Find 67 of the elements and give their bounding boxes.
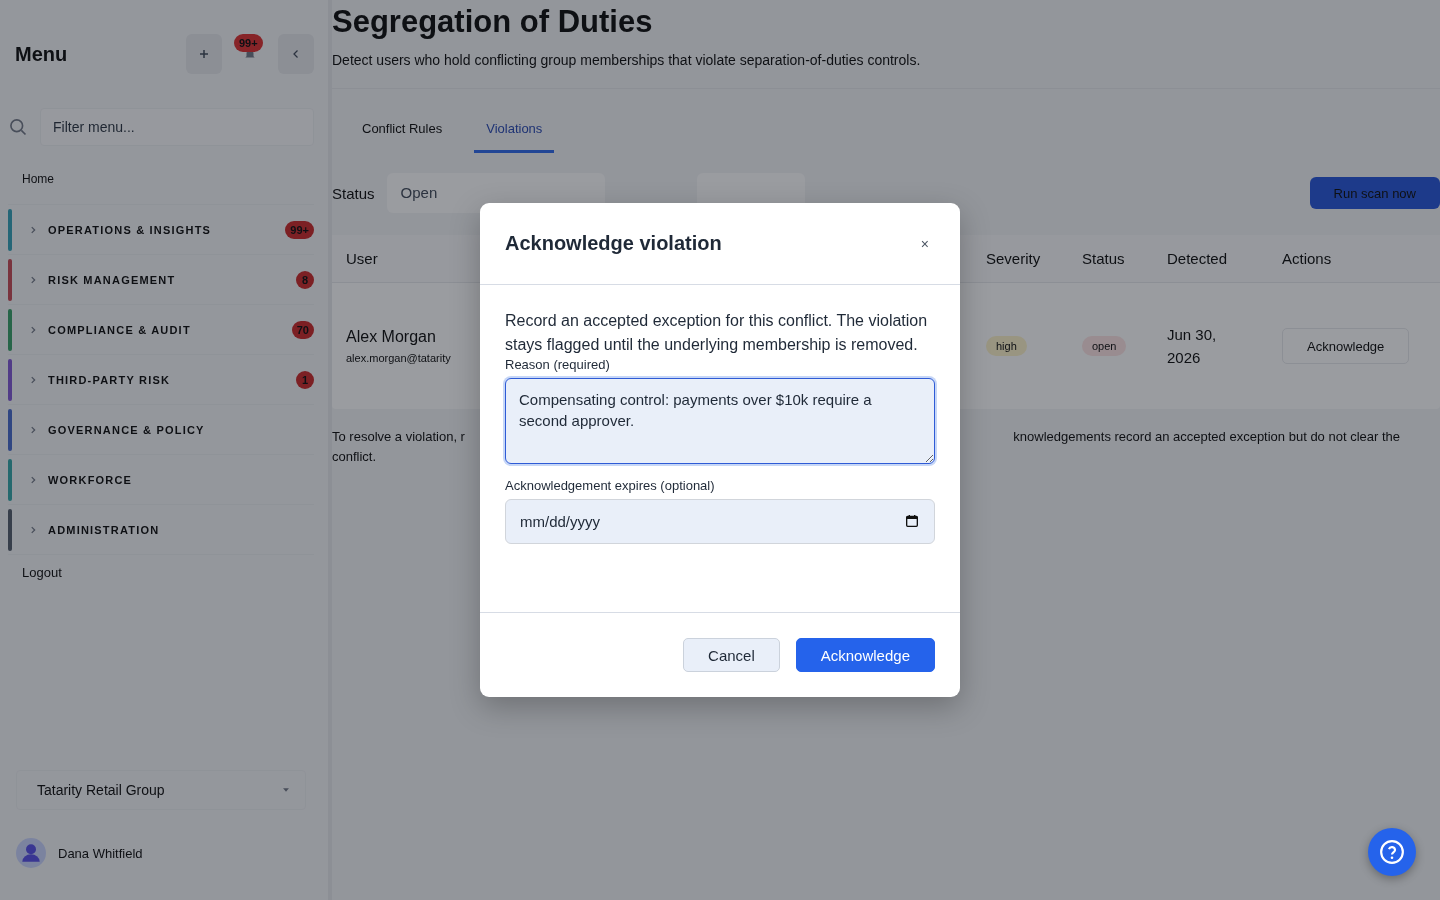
menu-section[interactable]: THIRD-PARTY RISK 1 bbox=[8, 355, 314, 405]
organization-name: Tatarity Retail Group bbox=[37, 782, 165, 798]
column-header: User bbox=[346, 250, 378, 267]
calendar-icon bbox=[904, 513, 920, 529]
chevron-right-icon bbox=[28, 324, 38, 335]
organization-select[interactable]: Tatarity Retail Group bbox=[16, 770, 306, 810]
chevron-right-icon bbox=[28, 274, 38, 285]
dialog-description: Record an accepted exception for this conflict. The violation stays flagged until the underlying membership is removed. bbox=[505, 311, 929, 355]
cancel-button[interactable]: Cancel bbox=[683, 638, 780, 672]
chevron-right-icon bbox=[28, 224, 38, 235]
menu-section[interactable]: ADMINISTRATION bbox=[8, 505, 314, 555]
page-subtitle: Detect users who hold conflicting group memberships that violate separation-of-duties controls. bbox=[332, 52, 1440, 89]
section-label: OPERATIONS & INSIGHTS bbox=[48, 223, 213, 236]
field-label: Reason (required) bbox=[505, 357, 611, 372]
chevron-right-icon bbox=[28, 474, 38, 485]
filter-field[interactable]: Filter menu... bbox=[40, 108, 314, 146]
field-label: Acknowledgement expires (optional) bbox=[505, 478, 716, 493]
reason-field[interactable]: Compensating control: payments over $10k require a second approver. bbox=[505, 378, 935, 464]
menu-section[interactable]: WORKFORCE bbox=[8, 455, 314, 505]
column-header: Severity bbox=[986, 250, 1041, 267]
section-label: RISK MANAGEMENT bbox=[48, 273, 177, 286]
acknowledge-button[interactable]: Acknowledge bbox=[1282, 328, 1410, 364]
menu-title: Menu bbox=[15, 42, 68, 66]
help-text: knowledgements record an accepted exception but do not clear the bbox=[1013, 428, 1400, 446]
help-text: conflict. bbox=[332, 448, 377, 466]
menu-section[interactable]: COMPLIANCE & AUDIT 70 bbox=[8, 305, 314, 355]
column-header: Actions bbox=[1282, 250, 1332, 267]
notification-count: 99+ bbox=[234, 34, 263, 52]
section-label: GOVERNANCE & POLICY bbox=[48, 423, 206, 436]
close-button[interactable]: × bbox=[914, 231, 935, 256]
section-label: COMPLIANCE & AUDIT bbox=[48, 323, 192, 336]
plus-icon bbox=[198, 48, 210, 60]
dialog-title: Acknowledge violation bbox=[505, 232, 722, 255]
section-label: WORKFORCE bbox=[48, 473, 134, 486]
question-icon bbox=[1379, 839, 1405, 865]
help-button[interactable] bbox=[1368, 828, 1416, 876]
date-field[interactable]: mm/dd/yyyy bbox=[505, 499, 935, 544]
avatar-icon bbox=[16, 838, 46, 868]
status-badge: open bbox=[1082, 336, 1127, 356]
count-badge: 8 bbox=[296, 270, 314, 289]
count-badge: 70 bbox=[291, 320, 314, 339]
menu-section[interactable]: RISK MANAGEMENT 8 bbox=[8, 255, 314, 305]
tab[interactable]: Conflict Rules bbox=[350, 117, 455, 153]
user-name: Alex Morgan bbox=[346, 328, 436, 346]
column-header: Status bbox=[1082, 250, 1125, 267]
filter-label: Status bbox=[332, 184, 375, 202]
menu-section[interactable]: GOVERNANCE & POLICY bbox=[8, 405, 314, 455]
severity-badge: high bbox=[986, 336, 1027, 356]
tab[interactable]: Violations bbox=[474, 117, 555, 153]
user-name: Dana Whitfield bbox=[58, 845, 143, 861]
page-title: Segregation of Duties bbox=[332, 4, 654, 40]
user-email: alex.morgan@tatarity bbox=[346, 352, 451, 364]
help-text: To resolve a violation, r bbox=[332, 428, 465, 446]
column-header: Detected bbox=[1167, 250, 1228, 267]
section-label: ADMINISTRATION bbox=[48, 523, 161, 536]
section-label: THIRD-PARTY RISK bbox=[48, 373, 172, 386]
logout-link[interactable]: Logout bbox=[8, 555, 314, 590]
count-badge: 1 bbox=[296, 370, 314, 389]
chevron-right-icon bbox=[28, 524, 38, 535]
table-cell-text: Jun 30, 2026 bbox=[1167, 325, 1218, 368]
menu-section[interactable]: OPERATIONS & INSIGHTS 99+ bbox=[8, 205, 314, 255]
chevron-right-icon bbox=[28, 374, 38, 385]
search-icon bbox=[8, 117, 28, 137]
home-link[interactable]: Home bbox=[8, 154, 314, 205]
acknowledge-button[interactable]: Acknowledge bbox=[795, 638, 935, 672]
chevron-right-icon bbox=[28, 424, 38, 435]
count-badge: 99+ bbox=[285, 220, 314, 239]
